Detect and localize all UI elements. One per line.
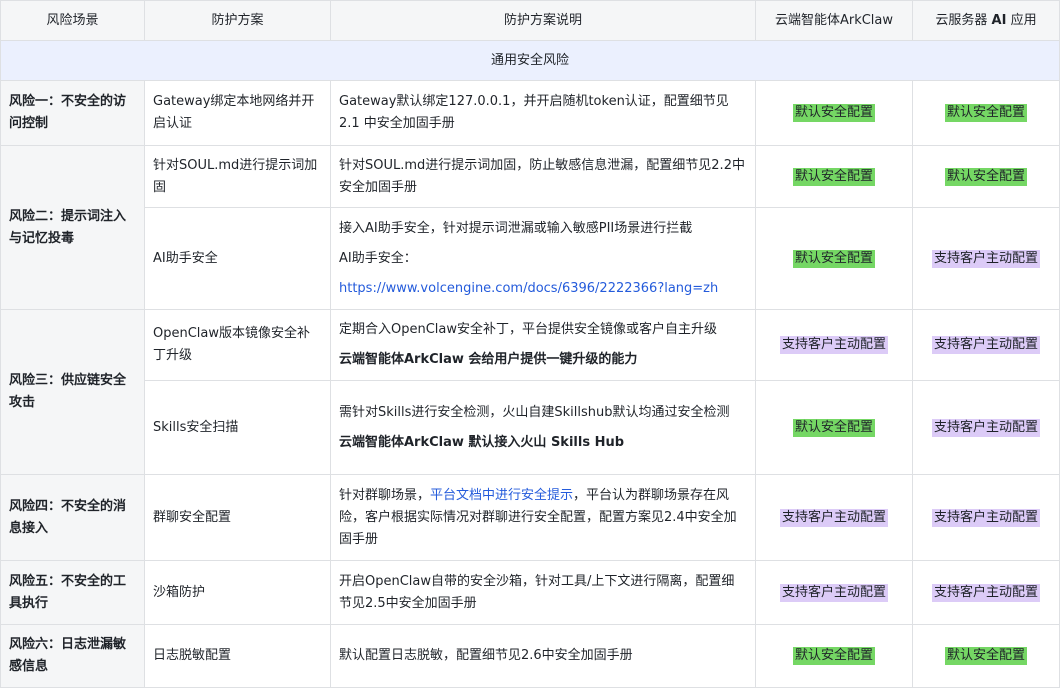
desc-line: 需针对Skills进行安全检测，火山自建Skillshub默认均通过安全检测 [339,404,730,420]
ecs-status-cell: 默认安全配置 [912,624,1060,688]
arkclaw-status-cell: 支持客户主动配置 [755,309,913,381]
header-risk: 风险场景 [0,0,145,41]
desc-cell: 需针对Skills进行安全检测，火山自建Skillshub默认均通过安全检测 云… [330,380,756,475]
table-row: 风险三：供应链安全攻击 OpenClaw版本镜像安全补丁升级 定期合入OpenC… [0,309,1060,475]
status-badge: 支持客户主动配置 [931,336,1040,354]
ecs-status-cell: 支持客户主动配置 [912,207,1060,310]
section-title: 通用安全风险 [0,40,1060,81]
header-arkclaw: 云端智能体ArkClaw [755,0,913,41]
desc-cell: 默认配置日志脱敏，配置细节见2.6中安全加固手册 [330,624,756,688]
arkclaw-status-cell: 默认安全配置 [755,380,913,475]
ecs-status-cell: 支持客户主动配置 [912,560,1060,625]
table-row: 风险四：不安全的消息接入 群聊安全配置 针对群聊场景，平台文档中进行安全提示，平… [0,474,1060,561]
status-badge: 支持客户主动配置 [931,583,1040,602]
plan-cell: 沙箱防护 [144,560,331,625]
risk-cell: 风险四：不安全的消息接入 [0,474,145,561]
header-ecs-ai-word: AI [991,12,1007,28]
status-badge: 支持客户主动配置 [931,249,1040,268]
desc-cell: 开启OpenClaw自带的安全沙箱，针对工具/上下文进行隔离，配置细节见2.5中… [330,560,756,625]
desc-cell: 定期合入OpenClaw安全补丁，平台提供安全镜像或客户自主升级 云端智能体Ar… [330,309,756,381]
table-row: 风险六：日志泄漏敏感信息 日志脱敏配置 默认配置日志脱敏，配置细节见2.6中安全… [0,624,1060,688]
plan-cell: 日志脱敏配置 [144,624,331,688]
status-badge: 支持客户主动配置 [931,508,1040,527]
ecs-status-cell: 默认安全配置 [912,80,1060,146]
table-header-row: 风险场景 防护方案 防护方案说明 云端智能体ArkClaw 云服务器 AI 应用 [0,0,1060,41]
desc-line-bold: 云端智能体ArkClaw 会给用户提供一键升级的能力 [339,352,638,367]
risk-cell: 风险二：提示词注入与记忆投毒 [0,145,145,310]
desc-line: 定期合入OpenClaw安全补丁，平台提供安全镜像或客户自主升级 [339,322,718,337]
table-row: 风险二：提示词注入与记忆投毒 针对SOUL.md进行提示词加固 针对SOUL.m… [0,145,1060,310]
plan-cell: 针对SOUL.md进行提示词加固 [144,145,331,208]
platform-doc-hint-link[interactable]: 平台文档中进行安全提示 [430,488,573,503]
status-badge: 支持客户主动配置 [779,508,888,527]
table-row: 风险一：不安全的访问控制 Gateway绑定本地网络并开启认证 Gateway默… [0,80,1060,146]
status-badge: 支持客户主动配置 [779,336,888,354]
table-row: AI助手安全 接入AI助手安全，针对提示词泄漏或输入敏感PII场景进行拦截 AI… [1,207,1060,310]
plan-cell: AI助手安全 [144,207,331,310]
status-badge: 默认安全配置 [792,249,875,268]
status-badge: 默认安全配置 [792,104,875,122]
plan-cell: Gateway绑定本地网络并开启认证 [144,80,331,146]
desc-line: 接入AI助手安全，针对提示词泄漏或输入敏感PII场景进行拦截 [339,220,693,236]
desc-cell: 针对SOUL.md进行提示词加固，防止敏感信息泄漏，配置细节见2.2中安全加固手… [330,145,756,208]
table-row: 风险五：不安全的工具执行 沙箱防护 开启OpenClaw自带的安全沙箱，针对工具… [0,560,1060,625]
header-ecs-prefix: 云服务器 [935,12,992,28]
risk-cell: 风险三：供应链安全攻击 [0,309,145,475]
desc-line-bold: 云端智能体ArkClaw 默认接入火山 Skills Hub [339,434,625,450]
plan-cell: 群聊安全配置 [144,474,331,561]
ecs-status-cell: 支持客户主动配置 [912,380,1060,475]
desc-cell: Gateway默认绑定127.0.0.1，并开启随机token认证，配置细节见2… [330,80,756,146]
desc-text: 针对群聊场景， [339,487,431,503]
status-badge: 支持客户主动配置 [779,583,888,602]
arkclaw-status-cell: 默认安全配置 [755,624,913,688]
risk-cell: 风险一：不安全的访问控制 [0,80,145,146]
status-badge: 默认安全配置 [944,167,1027,186]
ecs-status-cell: 支持客户主动配置 [912,474,1060,561]
status-badge: 默认安全配置 [792,647,875,665]
ecs-status-cell: 默认安全配置 [912,145,1060,208]
status-badge: 默认安全配置 [944,104,1027,122]
status-badge: 默认安全配置 [792,167,875,186]
arkclaw-status-cell: 默认安全配置 [755,207,913,310]
header-desc: 防护方案说明 [330,0,756,41]
header-ecs-suffix: 应用 [1006,12,1037,28]
ai-assistant-doc-link[interactable]: https://www.volcengine.com/docs/6396/222… [339,281,718,296]
arkclaw-status-cell: 默认安全配置 [755,80,913,146]
arkclaw-status-cell: 支持客户主动配置 [755,560,913,625]
status-badge: 支持客户主动配置 [931,418,1040,437]
ecs-status-cell: 支持客户主动配置 [912,309,1060,381]
desc-cell: 针对群聊场景，平台文档中进行安全提示，平台认为群聊场景存在风险，客户根据实际情况… [330,474,756,561]
arkclaw-status-cell: 支持客户主动配置 [755,474,913,561]
status-badge: 默认安全配置 [944,647,1027,665]
desc-cell: 接入AI助手安全，针对提示词泄漏或输入敏感PII场景进行拦截 AI助手安全： h… [330,207,756,310]
table-row: Skills安全扫描 需针对Skills进行安全检测，火山自建Skillshub… [1,380,1060,475]
desc-line: AI助手安全： [339,250,417,266]
header-plan: 防护方案 [144,0,331,41]
status-badge: 默认安全配置 [792,418,875,437]
plan-cell: OpenClaw版本镜像安全补丁升级 [144,309,331,381]
risk-cell: 风险五：不安全的工具执行 [0,560,145,625]
arkclaw-status-cell: 默认安全配置 [755,145,913,208]
header-ecs-ai: 云服务器 AI 应用 [912,0,1060,41]
section-row: 通用安全风险 [0,40,1060,81]
risk-cell: 风险六：日志泄漏敏感信息 [0,624,145,688]
security-risk-table: 风险场景 防护方案 防护方案说明 云端智能体ArkClaw 云服务器 AI 应用… [0,0,1060,688]
plan-cell: Skills安全扫描 [144,380,331,475]
